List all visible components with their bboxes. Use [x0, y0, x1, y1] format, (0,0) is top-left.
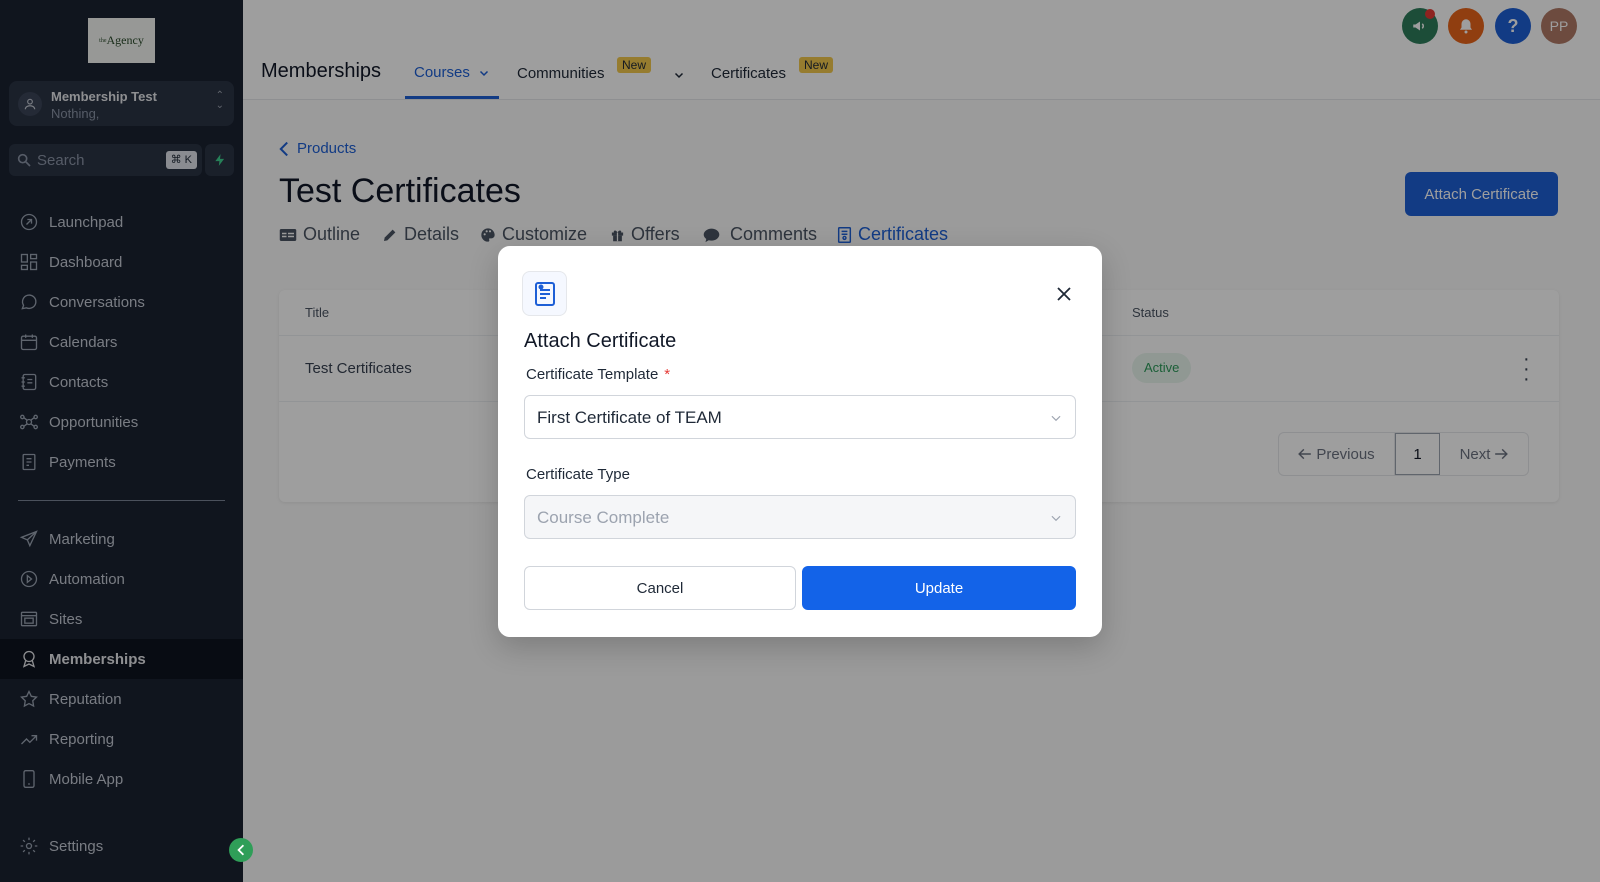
required-mark: * — [664, 366, 671, 383]
template-value: First Certificate of TEAM — [537, 408, 722, 427]
certificate-type-select[interactable]: Course Complete — [524, 495, 1076, 539]
update-button[interactable]: Update — [802, 566, 1076, 610]
chevron-down-icon — [1051, 515, 1061, 522]
chevron-down-icon — [1051, 415, 1061, 422]
chevron-left-icon — [237, 844, 245, 856]
attach-certificate-modal: Attach Certificate Certificate Template *… — [498, 246, 1102, 637]
certificate-document-icon — [522, 271, 567, 316]
certificate-template-select[interactable]: First Certificate of TEAM — [524, 395, 1076, 439]
cancel-button[interactable]: Cancel — [524, 566, 796, 610]
modal-title: Attach Certificate — [524, 330, 677, 352]
type-label: Certificate Type — [526, 466, 630, 483]
collapse-sidebar-button[interactable] — [229, 838, 253, 862]
type-value: Course Complete — [537, 508, 670, 527]
template-label-text: Certificate Template — [526, 366, 659, 383]
template-label: Certificate Template * — [526, 366, 670, 383]
close-icon[interactable] — [1054, 284, 1074, 304]
